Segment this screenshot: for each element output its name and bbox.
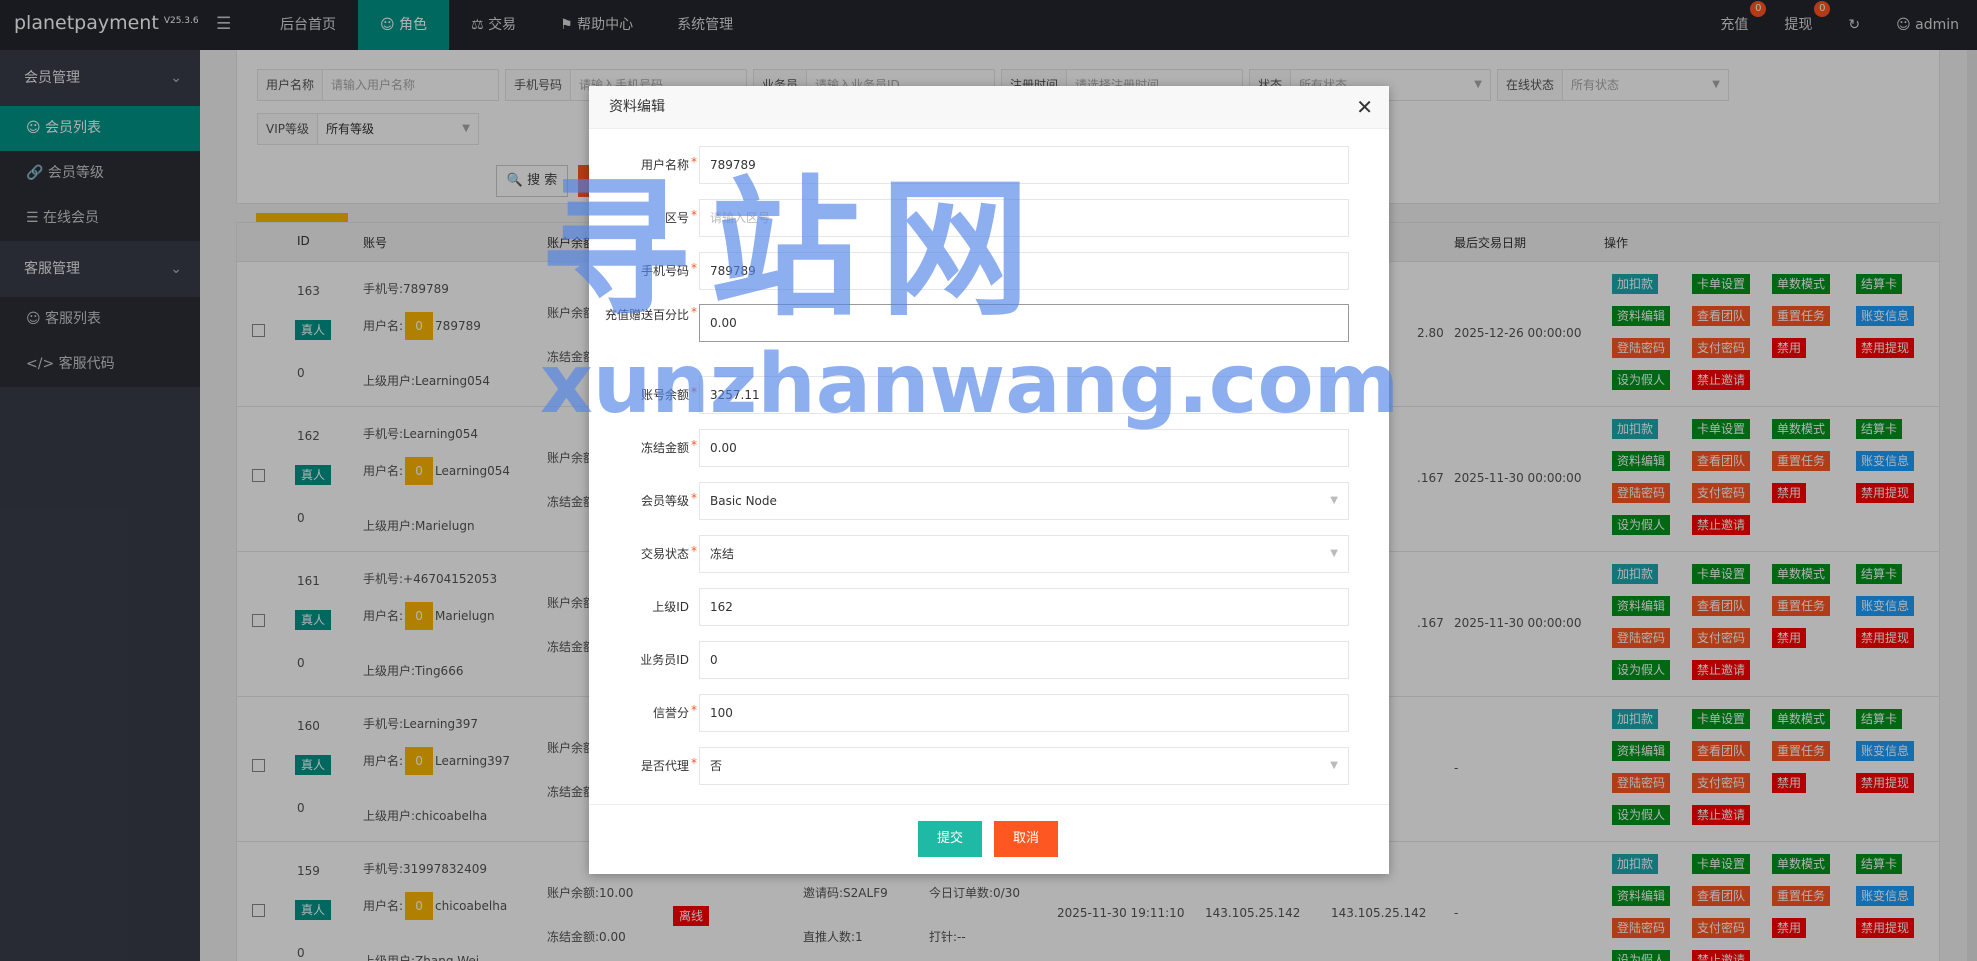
field-label: 上级ID	[599, 600, 689, 614]
required-mark-icon: *	[691, 544, 697, 558]
form-row: 业务员ID 0	[589, 641, 1389, 681]
dialog-footer: 提交 取消	[589, 804, 1389, 875]
field-label-text: 交易状态	[640, 547, 689, 561]
form-row: 交易状态 * 冻结 ▼	[589, 535, 1389, 575]
field-label-text: 信誉分	[652, 706, 689, 720]
dialog-header: 资料编辑 ✕	[589, 86, 1389, 129]
field-label: 是否代理 *	[599, 756, 697, 773]
form-row: 会员等级 * Basic Node ▼	[589, 482, 1389, 522]
field-select[interactable]: 冻结 ▼	[699, 535, 1349, 573]
caret-down-icon: ▼	[1330, 548, 1338, 559]
field-label-text: 业务员ID	[640, 653, 689, 667]
field-label-text: 上级ID	[652, 600, 689, 614]
caret-down-icon: ▼	[1330, 760, 1338, 771]
field-label: 业务员ID	[599, 653, 689, 667]
field-select[interactable]: 否 ▼	[699, 747, 1349, 785]
select-value: 冻结	[710, 547, 735, 561]
cancel-button[interactable]: 取消	[994, 821, 1058, 857]
field-input[interactable]: 0	[699, 641, 1349, 679]
dialog-title: 资料编辑	[609, 99, 665, 115]
field-label-text: 会员等级	[640, 494, 689, 508]
required-mark-icon: *	[691, 703, 697, 717]
form-row: 信誉分 * 100	[589, 694, 1389, 734]
watermark-url: xunzhanwang.com	[540, 337, 1400, 432]
watermark: 寻站网 xunzhanwang.com	[540, 163, 1399, 445]
field-label: 会员等级 *	[599, 491, 697, 508]
required-mark-icon: *	[691, 491, 697, 505]
form-row: 是否代理 * 否 ▼	[589, 747, 1389, 787]
field-label: 信誉分 *	[599, 703, 697, 720]
field-label: 交易状态 *	[599, 544, 697, 561]
field-select[interactable]: Basic Node ▼	[699, 482, 1349, 520]
field-label-text: 是否代理	[640, 759, 689, 773]
caret-down-icon: ▼	[1330, 495, 1338, 506]
required-mark-icon: *	[691, 756, 697, 770]
form-row: 上级ID 162	[589, 588, 1389, 628]
field-input[interactable]: 162	[699, 588, 1349, 626]
field-input[interactable]: 100	[699, 694, 1349, 732]
select-value: 否	[710, 759, 723, 773]
watermark-text: 寻站网	[540, 163, 1051, 337]
select-value: Basic Node	[710, 494, 777, 508]
close-icon[interactable]: ✕	[1356, 86, 1373, 128]
submit-button[interactable]: 提交	[918, 821, 982, 857]
